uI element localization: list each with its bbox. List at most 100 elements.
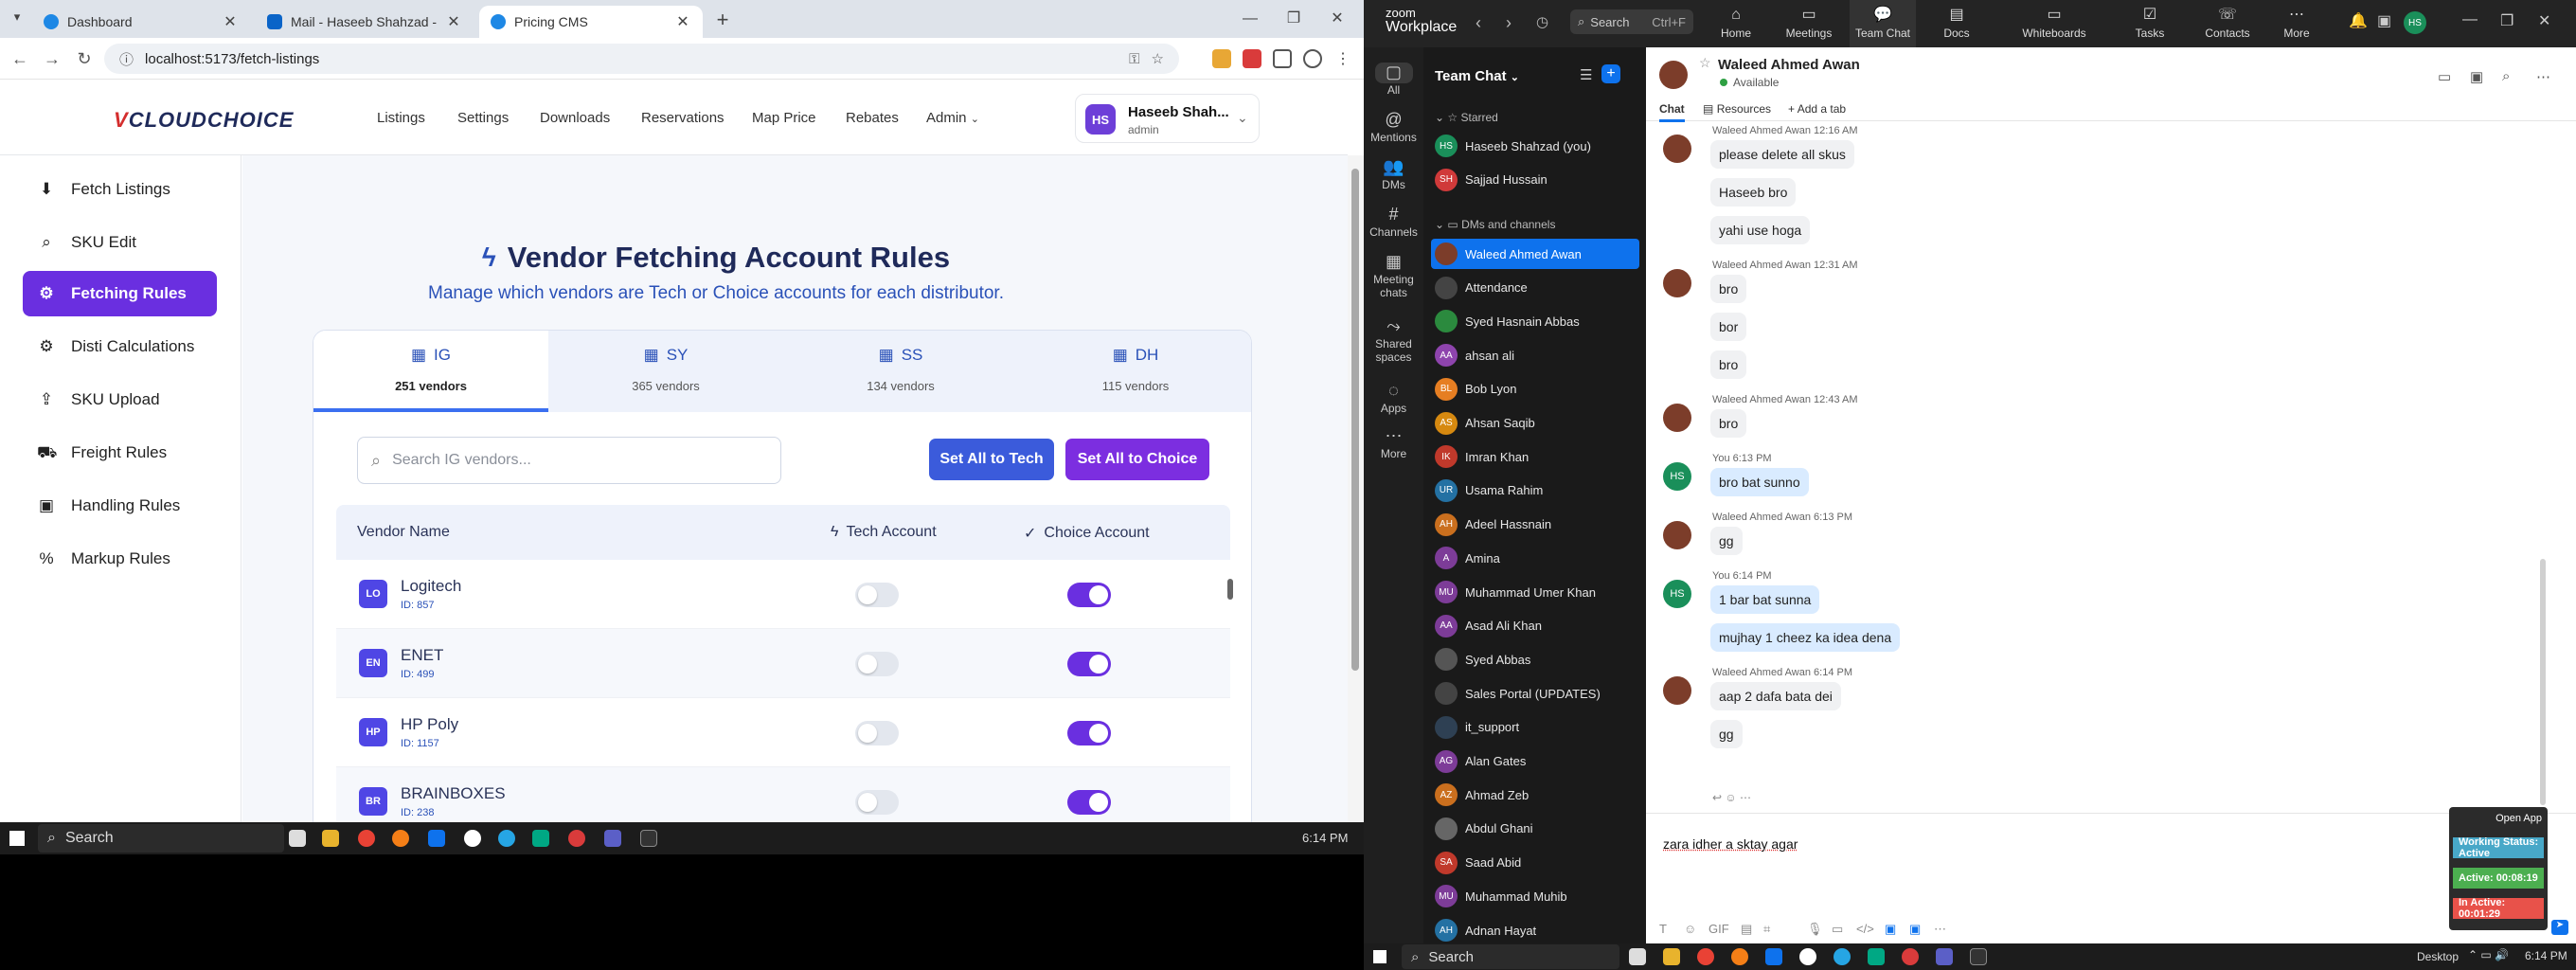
code-icon[interactable]: </>: [1856, 922, 1874, 936]
chat-list-item[interactable]: AH Adeel Hassnain: [1431, 510, 1639, 540]
reload-icon[interactable]: ↻: [72, 47, 97, 70]
top-tab-more[interactable]: ⋯ More: [2263, 6, 2330, 40]
bookmark-star-icon[interactable]: ☆: [1152, 50, 1164, 67]
message-bubble[interactable]: bro: [1710, 275, 1747, 303]
choice-toggle[interactable]: [1067, 652, 1111, 676]
compose-box[interactable]: zara idher a sktay agar T ☺ GIF ▤ ⌗ 🎙 ▭ …: [1646, 813, 2576, 943]
avatar[interactable]: [1663, 404, 1691, 432]
chat-list-item[interactable]: AH Adnan Hayat: [1431, 915, 1639, 945]
avatar[interactable]: HS: [1663, 462, 1691, 491]
mic-icon[interactable]: 🎙: [1807, 922, 1823, 937]
filter-icon[interactable]: ☰: [1580, 66, 1592, 83]
profile-icon[interactable]: [1303, 49, 1322, 68]
chat-list-item[interactable]: AG Alan Gates: [1431, 746, 1639, 777]
rail-meeting-chats[interactable]: ▦ Meeting chats: [1364, 252, 1423, 299]
close-icon[interactable]: ✕: [222, 12, 239, 31]
avatar[interactable]: [1659, 61, 1688, 89]
page-scrollbar[interactable]: [1348, 155, 1364, 822]
message-bubble[interactable]: bro: [1710, 350, 1747, 379]
sidebar-item-sku-edit[interactable]: ⌕ SKU Edit: [23, 220, 217, 265]
zoom-icon[interactable]: [428, 830, 445, 847]
file-explorer-icon[interactable]: [1663, 948, 1680, 965]
chat-list-item[interactable]: Attendance: [1431, 273, 1639, 303]
rail-dms[interactable]: 👥 DMs: [1364, 157, 1423, 191]
new-tab-button[interactable]: +: [708, 8, 737, 34]
starred-section[interactable]: ⌄ ☆ Starred: [1435, 111, 1498, 124]
app-icon[interactable]: [1799, 948, 1816, 965]
send-icon[interactable]: ➤: [2551, 920, 2568, 935]
desktop-label[interactable]: Desktop: [2417, 950, 2459, 963]
top-tab-home[interactable]: ⌂ Home: [1703, 6, 1769, 40]
tech-toggle[interactable]: [855, 583, 899, 607]
task-view-icon[interactable]: [289, 830, 306, 847]
message-bubble[interactable]: bor: [1710, 313, 1747, 341]
tab-search-icon[interactable]: ▾: [8, 9, 27, 28]
chat-list-item[interactable]: HS Haseeb Shahzad (you): [1431, 131, 1639, 161]
close-icon[interactable]: ✕: [674, 12, 691, 31]
teams-icon[interactable]: [1936, 948, 1953, 965]
tab-pricing-cms[interactable]: Pricing CMS ✕: [479, 6, 703, 38]
top-tab-team-chat[interactable]: 💬 Team Chat: [1850, 0, 1916, 47]
star-icon[interactable]: ☆: [1699, 55, 1711, 71]
minimize-icon[interactable]: —: [2462, 11, 2478, 28]
top-tab-docs[interactable]: ▤ Docs: [1923, 6, 1990, 40]
chat-list-item[interactable]: AZ Ahmad Zeb: [1431, 780, 1639, 810]
sidebar-item-fetch-listings[interactable]: ⬇ Fetch Listings: [23, 167, 217, 212]
message-bubble[interactable]: 1 bar bat sunna: [1710, 585, 1820, 614]
sidebar-item-markup-rules[interactable]: % Markup Rules: [23, 536, 217, 582]
restore-icon[interactable]: ❐: [2500, 11, 2513, 30]
tech-toggle[interactable]: [855, 652, 899, 676]
choice-toggle[interactable]: [1067, 721, 1111, 745]
zoom-search-input[interactable]: ⌕ Search Ctrl+F: [1570, 9, 1693, 34]
nav-map-price[interactable]: Map Price: [752, 110, 816, 126]
avatar[interactable]: HS: [1663, 580, 1691, 608]
format-icon[interactable]: T: [1659, 922, 1667, 936]
site-info-icon[interactable]: ⓘ: [119, 49, 134, 69]
avatar[interactable]: HS: [2404, 11, 2426, 34]
tab-dashboard[interactable]: Dashboard ✕: [32, 6, 250, 38]
window-icon[interactable]: ▣: [2377, 11, 2391, 30]
opera-icon[interactable]: [568, 830, 585, 847]
avatar[interactable]: [1663, 676, 1691, 705]
reply-icon[interactable]: ↩: [1712, 791, 1722, 804]
nav-listings[interactable]: Listings: [377, 110, 425, 126]
open-app-link[interactable]: Open App: [2449, 813, 2548, 824]
chat-list-title[interactable]: Team Chat ⌄: [1435, 68, 1519, 84]
search-icon[interactable]: ⌕: [2502, 68, 2510, 84]
more-icon[interactable]: ⋯: [1934, 922, 1946, 937]
tab-add[interactable]: + Add a tab: [1788, 102, 1846, 116]
top-tab-whiteboards[interactable]: ▭ Whiteboards: [2007, 6, 2102, 40]
nav-admin[interactable]: Admin ⌄: [926, 110, 979, 126]
chat-list-item[interactable]: IK Imran Khan: [1431, 441, 1639, 472]
firefox-icon[interactable]: [1731, 948, 1748, 965]
zoom-icon[interactable]: [1765, 948, 1782, 965]
add-icon[interactable]: +: [1601, 64, 1620, 83]
cloudchoice-logo[interactable]: VCLOUDCHOICE: [114, 108, 294, 133]
nav-downloads[interactable]: Downloads: [540, 110, 610, 126]
chat-list-item[interactable]: AA Asad Ali Khan: [1431, 611, 1639, 641]
rail-more[interactable]: ⋯ More: [1364, 426, 1423, 460]
menu-kebab-icon[interactable]: ⋮: [1333, 49, 1352, 68]
app-icon[interactable]: [1970, 948, 1987, 965]
set-all-choice-button[interactable]: Set All to Choice: [1065, 439, 1209, 480]
app-icon[interactable]: ▣: [1909, 922, 1921, 937]
screen-share-icon[interactable]: ▣: [2470, 68, 2483, 85]
message-input[interactable]: zara idher a sktay agar: [1663, 836, 1798, 852]
video-clip-icon[interactable]: ▭: [1832, 922, 1843, 937]
video-icon[interactable]: ▭: [2438, 68, 2451, 85]
avatar[interactable]: [1663, 269, 1691, 297]
chat-list-item[interactable]: Sales Portal (UPDATES): [1431, 678, 1639, 709]
extensions-puzzle-icon[interactable]: [1273, 49, 1292, 68]
chat-list-item[interactable]: it_support: [1431, 712, 1639, 743]
history-icon[interactable]: ◷: [1536, 13, 1548, 30]
chat-list-item[interactable]: Abdul Ghani: [1431, 814, 1639, 844]
top-tab-meetings[interactable]: ▭ Meetings: [1776, 6, 1842, 40]
tab-ig[interactable]: ▦ IG 251 vendors: [313, 331, 548, 412]
chrome-icon[interactable]: [1697, 948, 1714, 965]
user-menu[interactable]: HS Haseeb Shah... admin ⌄: [1075, 94, 1260, 143]
taskbar-search[interactable]: ⌕ Search: [1402, 944, 1619, 969]
message-bubble[interactable]: bro bat sunno: [1710, 468, 1809, 496]
opera-icon[interactable]: [1902, 948, 1919, 965]
chat-list-item[interactable]: AS Ahsan Saqib: [1431, 408, 1639, 439]
extension-icon[interactable]: [1243, 49, 1261, 68]
